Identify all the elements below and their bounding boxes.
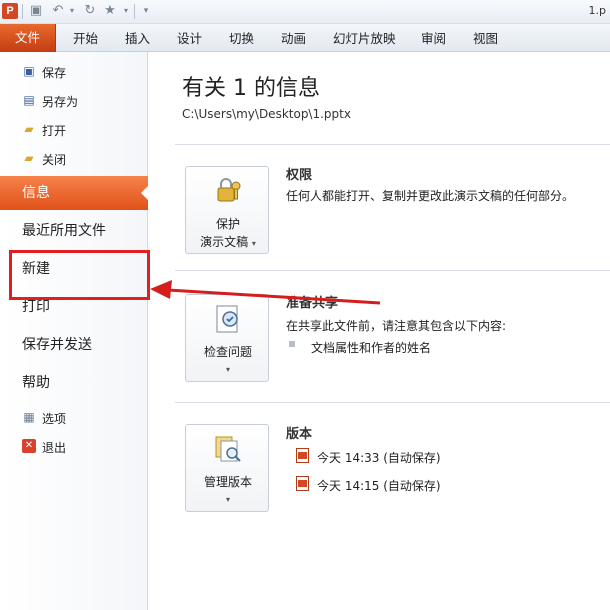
toolbar-divider xyxy=(134,4,135,19)
versions-icon xyxy=(215,436,241,462)
check-issues-label: 检查问题 xyxy=(203,345,252,359)
info-pane: 有关 1 的信息 C:\Users\my\Desktop\1.pptx 保护 演… xyxy=(149,52,610,610)
close-folder-icon: ▰ xyxy=(24,151,34,165)
save-icon[interactable]: ▣ xyxy=(28,3,44,19)
quick-access-toolbar: P ▣ ↶ ▾ ↻ ★ ▾ ▾ 1.p xyxy=(0,0,610,24)
version-item-1[interactable]: 今天 14:33 (自动保存) xyxy=(317,449,441,466)
prepare-bullet: 文档属性和作者的姓名 xyxy=(311,341,432,355)
tab-animations[interactable]: 动画 xyxy=(281,28,306,50)
file-path: C:\Users\my\Desktop\1.pptx xyxy=(182,107,351,121)
pptx-file-icon xyxy=(296,476,309,491)
dropdown-icon: ▾ xyxy=(225,495,230,504)
nav-save-label: 保存 xyxy=(42,66,67,80)
check-issues-button[interactable]: 检查问题 ▾ xyxy=(185,294,269,382)
page-title: 有关 1 的信息 xyxy=(182,76,320,101)
lock-key-icon xyxy=(217,178,241,202)
tab-slideshow[interactable]: 幻灯片放映 xyxy=(333,28,396,50)
nav-save[interactable]: ▣ 保存 xyxy=(0,60,148,84)
options-icon: ▦ xyxy=(23,410,35,424)
nav-save-send[interactable]: 保存并发送 xyxy=(0,328,148,362)
star-dropdown-icon[interactable]: ▾ xyxy=(118,3,134,19)
prepare-title: 准备共享 xyxy=(286,296,339,311)
nav-help[interactable]: 帮助 xyxy=(0,366,148,400)
tab-design[interactable]: 设计 xyxy=(177,28,202,50)
tab-view[interactable]: 视图 xyxy=(473,28,498,50)
nav-open-label: 打开 xyxy=(42,124,67,138)
nav-options-label: 选项 xyxy=(42,412,67,426)
nav-close[interactable]: ▰ 关闭 xyxy=(0,147,148,171)
tab-file[interactable]: 文件 xyxy=(0,24,56,52)
divider xyxy=(175,402,610,403)
protect-label-1: 保护 xyxy=(215,217,240,231)
save-as-icon: ▤ xyxy=(23,93,35,107)
redo-icon[interactable]: ↻ xyxy=(82,3,98,19)
annotation-highlight-box xyxy=(9,250,150,300)
exit-icon: ✕ xyxy=(22,439,36,453)
pptx-file-icon xyxy=(296,448,309,463)
inspect-document-icon xyxy=(216,305,238,333)
permissions-title: 权限 xyxy=(286,168,313,183)
dropdown-icon: ▾ xyxy=(225,365,230,374)
nav-info-label: 信息 xyxy=(22,185,50,201)
backstage-nav: ▣ 保存 ▤ 另存为 ▰ 打开 ▰ 关闭 信息 最近所用文件 新建 打印 保存并… xyxy=(0,52,148,610)
tab-review[interactable]: 审阅 xyxy=(421,28,446,50)
tab-insert[interactable]: 插入 xyxy=(125,28,150,50)
nav-recent[interactable]: 最近所用文件 xyxy=(0,214,148,248)
divider xyxy=(175,144,610,145)
version-item-2[interactable]: 今天 14:15 (自动保存) xyxy=(317,477,441,494)
manage-versions-button[interactable]: 管理版本 ▾ xyxy=(185,424,269,512)
nav-exit-label: 退出 xyxy=(42,441,67,455)
nav-save-as-label: 另存为 xyxy=(42,95,79,109)
window-title: 1.p xyxy=(588,4,606,17)
toolbar-divider xyxy=(22,4,23,19)
nav-close-label: 关闭 xyxy=(42,153,67,167)
nav-open[interactable]: ▰ 打开 xyxy=(0,118,148,142)
bullet-icon xyxy=(289,341,295,347)
ribbon-tabs: 文件 开始 插入 设计 切换 动画 幻灯片放映 审阅 视图 xyxy=(0,24,610,52)
prepare-desc: 在共享此文件前，请注意其包含以下内容: xyxy=(286,319,507,333)
nav-info[interactable]: 信息 xyxy=(0,176,148,210)
active-indicator xyxy=(141,186,148,200)
nav-options[interactable]: ▦ 选项 xyxy=(0,406,148,430)
customize-toolbar-icon[interactable]: ▾ xyxy=(138,3,154,19)
undo-dropdown-icon[interactable]: ▾ xyxy=(64,3,80,19)
tab-home[interactable]: 开始 xyxy=(73,28,98,50)
powerpoint-app-icon[interactable]: P xyxy=(2,3,18,19)
nav-exit[interactable]: ✕ 退出 xyxy=(0,435,148,459)
divider xyxy=(175,270,610,271)
nav-save-as[interactable]: ▤ 另存为 xyxy=(0,89,148,113)
permissions-desc: 任何人都能打开、复制并更改此演示文稿的任何部分。 xyxy=(286,189,575,203)
manage-versions-label: 管理版本 xyxy=(203,475,252,489)
tab-transitions[interactable]: 切换 xyxy=(229,28,254,50)
open-folder-icon: ▰ xyxy=(24,122,34,136)
versions-title: 版本 xyxy=(286,427,313,442)
save-icon: ▣ xyxy=(23,64,35,78)
star-icon[interactable]: ★ xyxy=(102,3,118,19)
protect-presentation-button[interactable]: 保护 演示文稿 ▾ xyxy=(185,166,269,254)
protect-label-2: 演示文稿 ▾ xyxy=(200,235,256,249)
